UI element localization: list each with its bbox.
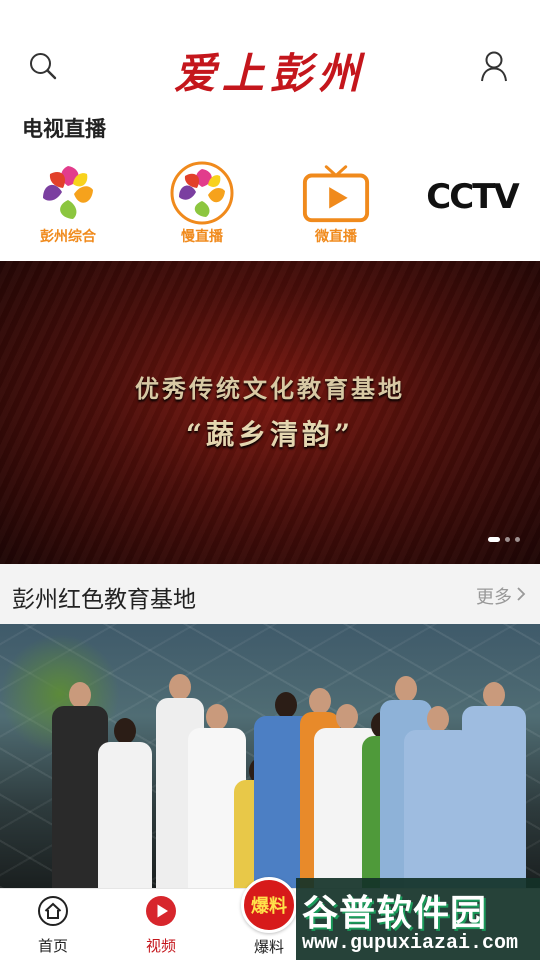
watermark-title: 谷普软件园 [302,892,488,933]
video-thumbnail[interactable] [0,624,540,888]
carousel-indicator [488,537,520,542]
channel-label: 微直播 [315,228,357,244]
channel-list: 彭州综合 慢直播 微直播 CCTV [0,161,540,254]
nav-baoliao[interactable]: 爆料 爆料 [234,877,304,957]
channel-pengzhou-zonghe[interactable]: 彭州综合 [8,162,128,254]
user-icon[interactable] [476,48,512,84]
nav-home[interactable]: 首页 [18,895,88,956]
watermark-url: www.gupuxiazai.com [302,932,519,955]
banner-subheadline: “蔬乡清韵” [185,418,355,451]
section-title: 彭州红色教育基地 [12,586,196,612]
flower-logo-icon [33,162,103,224]
carousel-dot[interactable] [515,537,520,542]
chevron-right-icon [516,586,526,607]
carousel-dot[interactable] [505,537,510,542]
baoliao-badge: 爆料 [241,877,297,933]
nav-label: 首页 [37,938,68,955]
carousel-dot-active[interactable] [488,537,500,542]
nav-label: 爆料 [253,939,284,956]
live-section-title: 电视直播 [22,118,106,141]
cctv-logo-icon: CCTV [417,162,527,224]
section-header: 彭州红色教育基地 更多 [0,564,540,624]
tv-play-icon [301,162,371,224]
banner-headline: 优秀传统文化教育基地 [135,374,405,403]
performer-figure [462,682,526,888]
app-header: 爱上彭州 [0,0,540,110]
channel-label: 彭州综合 [40,228,96,244]
app-logo: 爱上彭州 [173,49,366,98]
channel-label: 慢直播 [181,228,223,244]
cctv-logo-text: CCTV [426,177,519,217]
performer-figure [98,718,152,888]
channel-man-zhibo[interactable]: 慢直播 [142,161,262,254]
home-icon [37,895,69,932]
nav-label: 视频 [145,938,176,955]
channel-cctv[interactable]: CCTV [412,162,532,254]
watermark-overlay: 谷普软件园 www.gupuxiazai.com [296,878,540,960]
more-label: 更多 [476,587,512,607]
play-icon [145,895,177,932]
more-link[interactable]: 更多 [476,583,526,609]
channel-wei-zhibo[interactable]: 微直播 [276,162,396,254]
flower-ring-logo-icon [167,161,237,225]
nav-video[interactable]: 视频 [126,895,196,956]
featured-banner[interactable]: 优秀传统文化教育基地 “蔬乡清韵” [0,261,540,564]
